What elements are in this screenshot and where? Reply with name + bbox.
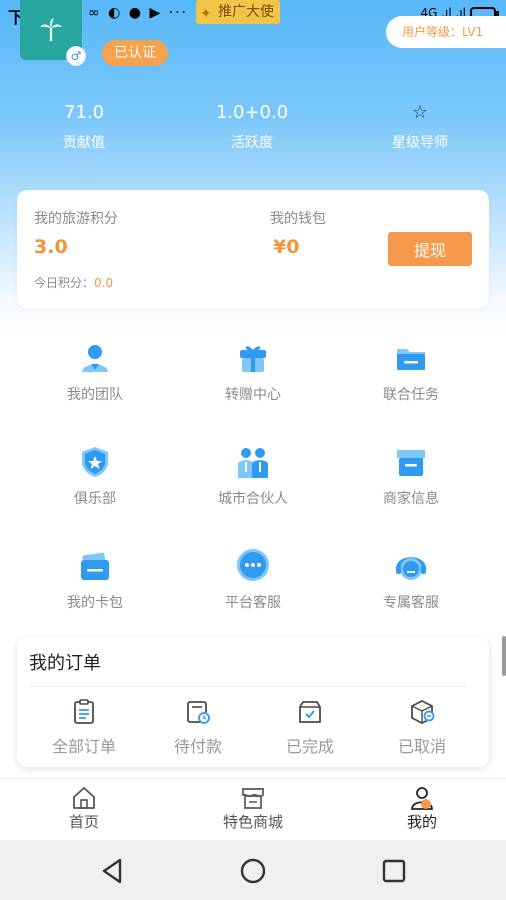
wallet-value: ¥0 — [273, 236, 300, 258]
wallet-label: 我的钱包 — [270, 211, 326, 227]
travel-points-value: 3.0 — [34, 236, 68, 258]
status-notification-icons: ∞ ◐ ● ▶ ··· — [88, 5, 189, 21]
stat-star-mentor[interactable]: ☆ 星级导师 — [336, 100, 504, 160]
stat-value: 71.0 — [63, 102, 105, 123]
promo-badge-label: 推广大使 — [218, 4, 274, 20]
order-label: 待付款 — [173, 737, 222, 756]
order-completed[interactable]: 已完成 — [251, 699, 369, 757]
headset-icon — [396, 557, 426, 580]
promo-badge[interactable]: ✦ 推广大使 — [196, 0, 280, 24]
order-all[interactable]: 全部订单 — [25, 699, 143, 757]
grid-item-my-team[interactable]: 我的团队 — [17, 340, 173, 430]
stat-activity[interactable]: 1.0+0.0 活跃度 — [168, 100, 336, 160]
home-circle-icon[interactable] — [238, 856, 268, 886]
card-wallet-icon — [81, 552, 109, 580]
orders-title: 我的订单 — [29, 653, 101, 674]
stat-label: 星级导师 — [392, 135, 448, 151]
user-level-badge[interactable]: 用户等级：LV1 — [386, 16, 506, 48]
order-cancelled[interactable]: 已取消 — [363, 699, 481, 757]
tab-home[interactable]: 首页 — [24, 785, 144, 832]
grid-label: 专属客服 — [383, 595, 439, 611]
grid-item-merchant-info[interactable]: 商家信息 — [333, 444, 489, 534]
grid-item-joint-tasks[interactable]: 联合任务 — [333, 340, 489, 430]
ribbon-icon: ✦ — [200, 6, 212, 22]
male-icon: ♂ — [66, 46, 86, 66]
order-label: 已取消 — [397, 737, 446, 756]
divider — [29, 686, 467, 687]
grid-label: 我的卡包 — [67, 595, 123, 611]
profile-icon — [411, 787, 433, 810]
grid-item-exclusive-support[interactable]: 专属客服 — [333, 548, 489, 638]
home-icon — [73, 787, 95, 809]
grid-item-club[interactable]: 俱乐部 — [17, 444, 173, 534]
recents-square-icon[interactable] — [379, 856, 409, 886]
grid-label: 我的团队 — [67, 387, 123, 403]
chat-bubble-icon — [237, 549, 269, 581]
travel-points-label: 我的旅游积分 — [34, 211, 118, 227]
back-icon[interactable] — [98, 856, 128, 886]
tab-mine[interactable]: 我的 — [362, 785, 482, 832]
store-icon — [397, 450, 425, 476]
gift-icon — [240, 346, 266, 372]
team-icon — [82, 345, 108, 372]
stat-contribution[interactable]: 71.0 贡献值 — [0, 100, 168, 160]
box-cancel-icon — [411, 699, 435, 725]
stat-value: 1.0+0.0 — [215, 102, 289, 123]
stat-label: 活跃度 — [231, 135, 273, 151]
shop-icon — [242, 788, 264, 809]
grid-label: 俱乐部 — [74, 491, 116, 507]
partners-icon — [238, 448, 268, 478]
grid-label: 平台客服 — [225, 595, 281, 611]
my-orders-card: 我的订单 全部订单 待付款 已完成 已取消 — [17, 637, 489, 767]
grid-item-city-partner[interactable]: 城市合伙人 — [175, 444, 331, 534]
grid-label: 联合任务 — [383, 387, 439, 403]
wallet-clock-icon — [187, 701, 210, 724]
grid-item-gift-center[interactable]: 转赠中心 — [175, 340, 331, 430]
scrollbar[interactable] — [502, 636, 506, 676]
order-label: 已完成 — [285, 737, 334, 756]
withdraw-button[interactable]: 提现 — [388, 232, 472, 266]
order-pending-payment[interactable]: 待付款 — [139, 699, 257, 757]
grid-item-platform-support[interactable]: 平台客服 — [175, 548, 331, 638]
folder-icon — [397, 349, 425, 370]
palm-tree-icon — [40, 18, 62, 41]
tab-featured-mall[interactable]: 特色商城 — [193, 785, 313, 832]
stat-label: 贡献值 — [63, 135, 105, 151]
grid-label: 城市合伙人 — [218, 491, 288, 507]
box-check-icon — [299, 701, 321, 723]
star-outline-icon: ☆ — [411, 102, 429, 123]
verified-badge[interactable]: 已认证 — [102, 40, 168, 66]
clipboard-icon — [74, 699, 94, 724]
grid-label: 商家信息 — [383, 491, 439, 507]
bottom-tab-bar: 首页 特色商城 我的 — [0, 778, 506, 840]
today-points: 今日积分：0.0 — [34, 274, 113, 291]
shield-star-icon — [82, 447, 108, 477]
tab-label: 特色商城 — [222, 813, 283, 831]
grid-item-card-wallet[interactable]: 我的卡包 — [17, 548, 173, 638]
order-label: 全部订单 — [51, 737, 116, 756]
tab-label: 首页 — [68, 813, 99, 831]
today-points-value: 0.0 — [94, 276, 114, 290]
tab-label: 我的 — [406, 813, 437, 831]
system-nav-bar — [0, 840, 506, 900]
grid-label: 转赠中心 — [225, 387, 281, 403]
today-points-label: 今日积分： — [34, 276, 95, 290]
points-wallet-card: 我的旅游积分 3.0 今日积分：0.0 我的钱包 ¥0 提现 — [17, 190, 489, 308]
stats-row: 71.0 贡献值 1.0+0.0 活跃度 ☆ 星级导师 — [0, 100, 506, 160]
